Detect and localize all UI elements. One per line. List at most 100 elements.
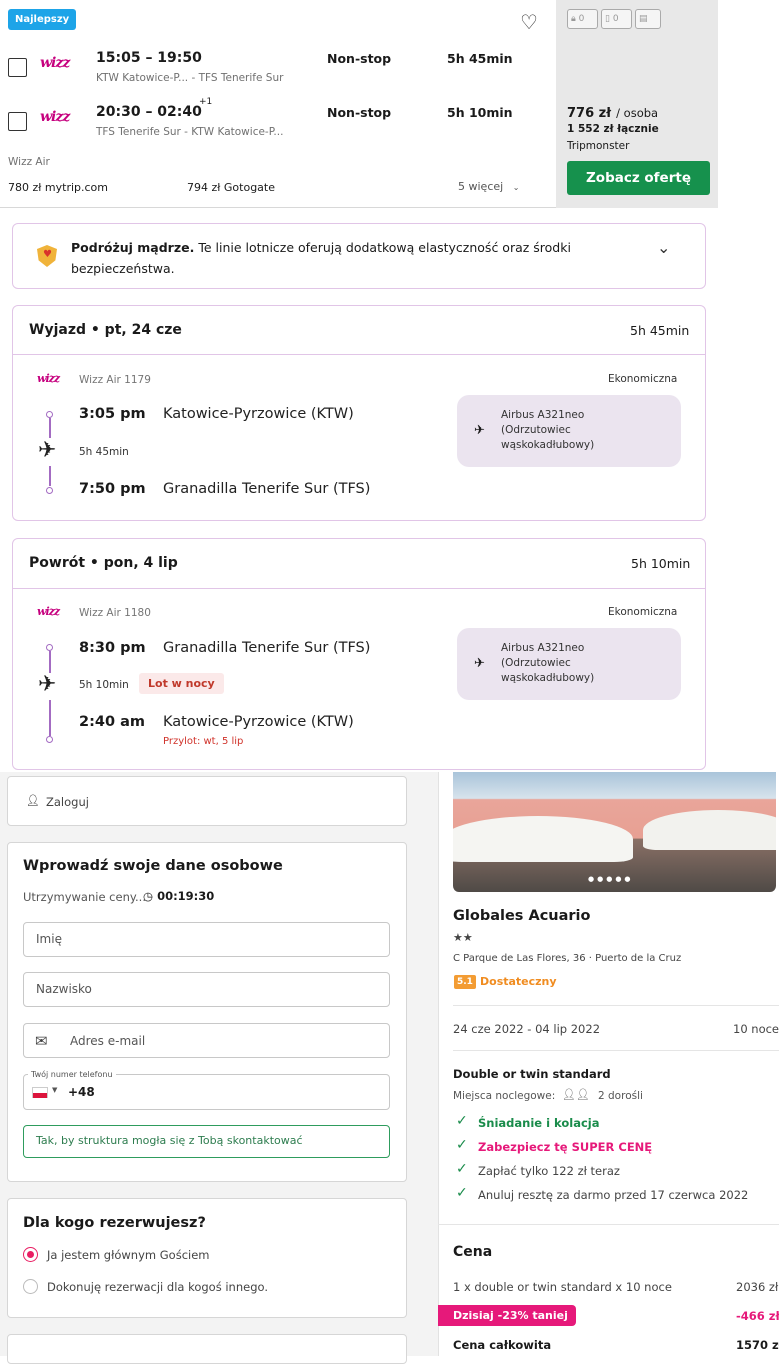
photo-carousel-dots: ●●●●● (588, 875, 634, 883)
overnight-badge: Lot w nocy (139, 673, 224, 694)
poland-flag-icon[interactable] (32, 1087, 48, 1098)
timeline-line (49, 466, 51, 486)
beds-label: Miejsca noclegowe: (453, 1090, 556, 1102)
discount-badge: Dzisiaj -23% taniej (438, 1305, 576, 1326)
divider (453, 1050, 779, 1051)
guests-count: 2 dorośli (598, 1090, 643, 1102)
departure-time: 8:30 pm (79, 640, 146, 656)
chevron-down-icon: ⌄ (512, 183, 520, 192)
hotel-score: 5.1 (454, 975, 476, 989)
heart-icon: ♥ (43, 249, 52, 260)
cabin-bag-icon: ▯ 0 (601, 9, 632, 29)
next-panel (7, 1334, 407, 1364)
radio-main-guest[interactable] (23, 1247, 38, 1262)
hotel-address: C Parque de Las Flores, 36 · Puerto de l… (453, 953, 682, 964)
wizz-air-logo: wizz (40, 55, 70, 71)
total-label: Cena całkowita (453, 1338, 552, 1352)
timeline-dot (46, 644, 53, 651)
total-value: 1570 zł (736, 1338, 779, 1352)
inbound-duration: 5h 10min (631, 556, 691, 571)
room-type: Double or twin standard (453, 1067, 611, 1081)
radio-other-guest-label[interactable]: Dokonuję rezerwacji dla kogoś innego. (47, 1280, 268, 1294)
arrival-airport: Katowice-Pyrzowice (KTW) (163, 714, 354, 730)
alt-offer-mytrip[interactable]: 780 zł mytrip.com (8, 181, 108, 194)
chevron-down-icon[interactable]: ⌄ (657, 238, 670, 257)
plane-icon: ✈ (474, 423, 485, 438)
wizz-air-logo: wizz (37, 605, 60, 618)
aircraft-text: Airbus A321neo (Odrzutowiec wąskokadłubowy… (501, 642, 595, 684)
flight-duration: 5h 45min (447, 51, 513, 66)
price-per-person: 776 zł / osoba (567, 106, 659, 121)
timeline-dot (46, 411, 53, 418)
stay-dates: 24 cze 2022 - 04 lip 2022 (453, 1022, 601, 1036)
plus-day-indicator: +1 (199, 97, 213, 107)
see-offer-button[interactable]: Zobacz ofertę (567, 161, 710, 195)
flight-number: Wizz Air 1179 (79, 374, 151, 386)
divider (13, 354, 705, 355)
perk-pay-now: Zapłać tylko 122 zł teraz (478, 1164, 620, 1178)
timeline-line (49, 651, 51, 673)
price-line-room-value: 2036 zł (736, 1280, 779, 1294)
flight-times: 20:30 – 02:40 (96, 104, 202, 120)
provider-name: Tripmonster (567, 140, 630, 152)
last-name-field[interactable]: Nazwisko (23, 972, 390, 1007)
check-icon: ✓ (456, 1113, 468, 1129)
divider (438, 1224, 779, 1225)
timeline-dot (46, 736, 53, 743)
select-flight-checkbox[interactable] (8, 112, 27, 131)
email-placeholder: Adres e-mail (70, 1034, 146, 1048)
chevron-down-icon[interactable]: ▼ (52, 1086, 57, 1094)
more-offers-link[interactable]: 5 więcej ⌄ (458, 180, 519, 193)
flight-duration: 5h 10min (447, 105, 513, 120)
outbound-title: Wyjazd • pt, 24 cze (29, 322, 182, 338)
arrival-time: 2:40 am (79, 714, 146, 730)
login-link[interactable]: Zaloguj (46, 795, 89, 809)
favorite-heart-icon[interactable]: ♡ (520, 12, 538, 32)
price-total: 1 552 zł łącznie (567, 123, 659, 135)
alt-offer-gotogate[interactable]: 794 zł Gotogate (187, 181, 275, 194)
best-badge: Najlepszy (8, 9, 77, 30)
flight-stops: Non-stop (327, 51, 392, 66)
leg-duration: 5h 45min (79, 446, 129, 458)
select-flight-checkbox[interactable] (8, 58, 27, 77)
cabin-class: Ekonomiczna (608, 373, 678, 385)
price-line-room: 1 x double or twin standard x 10 noce (453, 1280, 672, 1294)
plane-icon: ✈ (474, 656, 485, 671)
divider (453, 1005, 779, 1006)
flight-route: KTW Katowice-P... - TFS Tenerife Sur (96, 72, 284, 84)
outbound-duration: 5h 45min (630, 323, 690, 338)
clock-icon: ◷ (143, 889, 154, 903)
wizz-air-logo: wizz (37, 372, 60, 385)
hotel-photo[interactable]: ●●●●● (453, 772, 776, 892)
flight-route: TFS Tenerife Sur - KTW Katowice-P... (96, 126, 284, 138)
perk-meals: Śniadanie i kolacja (478, 1116, 600, 1130)
discount-value: -466 zł (736, 1309, 779, 1323)
timeline-dot (46, 487, 53, 494)
check-icon: ✓ (456, 1185, 468, 1201)
arrival-time: 7:50 pm (79, 481, 146, 497)
personal-data-title: Wprowadź swoje dane osobowe (23, 858, 283, 874)
radio-main-guest-label[interactable]: Ja jestem głównym Gościem (47, 1248, 210, 1262)
divider (13, 588, 705, 589)
price-hold-label: Utrzymywanie ceny... (23, 890, 146, 904)
guests-icon: 👤︎👤︎ (562, 1088, 590, 1101)
smart-travel-text: Podróżuj mądrze. Te linie lotnicze oferu… (71, 240, 571, 276)
flight-times: 15:05 – 19:50 (96, 50, 202, 66)
price-title: Cena (453, 1244, 493, 1260)
personal-bag-icon: 🔒︎ 0 (567, 9, 598, 29)
leg-duration: 5h 10min (79, 679, 129, 691)
departure-time: 3:05 pm (79, 406, 146, 422)
flight-stops: Non-stop (327, 105, 392, 120)
check-icon: ✓ (456, 1137, 468, 1153)
arrival-airport: Granadilla Tenerife Sur (TFS) (163, 481, 371, 497)
phone-label: Twój numer telefonu (28, 1070, 116, 1079)
hotel-stars: ★★ (453, 931, 473, 944)
radio-other-guest[interactable] (23, 1279, 38, 1294)
hotel-name: Globales Acuario (453, 908, 591, 924)
timeline-line (49, 418, 51, 438)
first-name-field[interactable]: Imię (23, 922, 390, 957)
cabin-class: Ekonomiczna (608, 606, 678, 618)
envelope-icon: ✉ (35, 1032, 48, 1050)
booking-for-title: Dla kogo rezerwujesz? (23, 1215, 206, 1231)
ticket-icon: ▤ (635, 9, 661, 29)
